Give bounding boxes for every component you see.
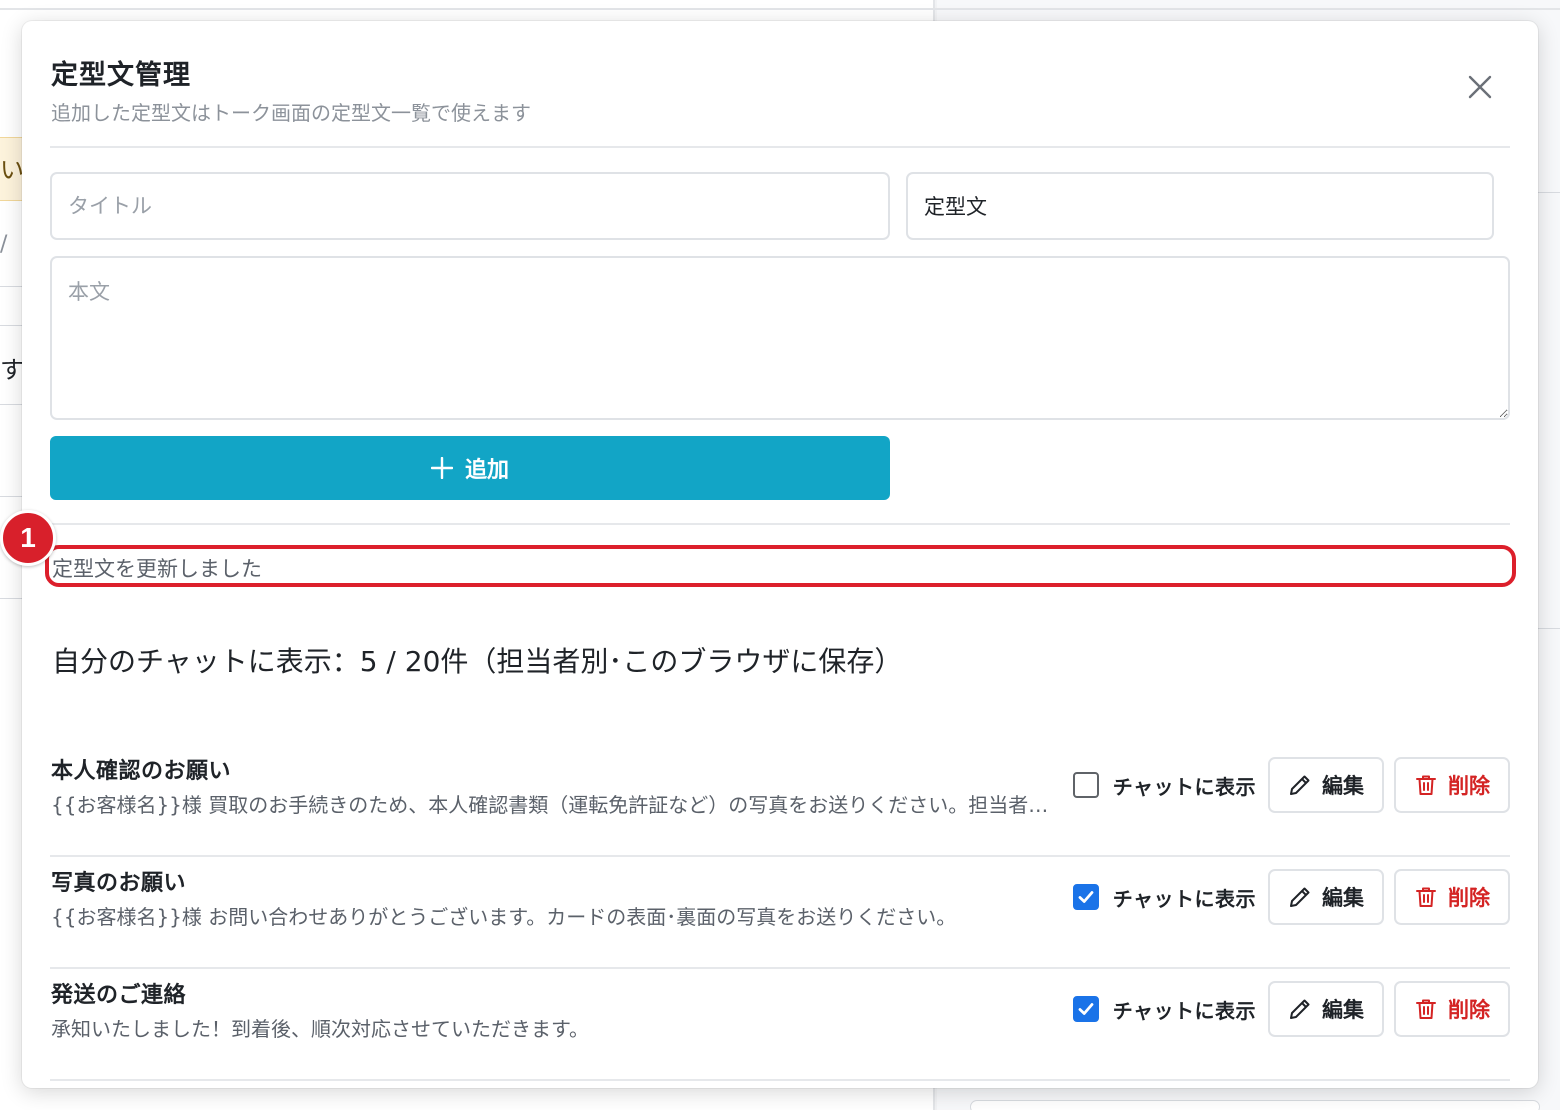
background-row-line <box>0 325 22 326</box>
background-card <box>970 1100 1540 1110</box>
list-heading: 自分のチャットに表示：5 / 20件（担当者別･このブラウザに保存） <box>52 645 903 678</box>
template-title: 発送のご連絡 <box>51 983 187 1008</box>
edit-button[interactable]: 編集 <box>1268 981 1384 1037</box>
add-button[interactable]: 追加 <box>50 436 890 500</box>
pencil-icon <box>1290 775 1310 795</box>
background-row-line <box>0 286 22 287</box>
item-actions: チャットに表示 編集 削除 <box>1072 869 1510 925</box>
background-row-line <box>1538 192 1560 193</box>
edit-button-label: 編集 <box>1322 774 1364 798</box>
plus-icon <box>430 457 453 479</box>
delete-button-label: 削除 <box>1448 886 1490 910</box>
form-divider <box>50 523 1510 525</box>
add-button-label: 追加 <box>464 458 509 483</box>
modal-title: 定型文管理 <box>51 60 191 91</box>
item-actions: チャットに表示 編集 削除 <box>1072 981 1510 1037</box>
pencil-icon <box>1290 887 1310 907</box>
list-item: 写真のお願い {{お客様名}}様 お問い合わせありがとうございます。カードの表面… <box>50 857 1510 969</box>
show-in-chat-checkbox[interactable] <box>1072 772 1099 798</box>
category-input[interactable] <box>906 172 1494 240</box>
item-actions: チャットに表示 編集 削除 <box>1072 757 1510 813</box>
background-text-fragment: す <box>0 356 22 384</box>
delete-button[interactable]: 削除 <box>1394 869 1510 925</box>
background-row-line <box>0 404 22 405</box>
template-title: 本人確認のお願い <box>51 759 232 784</box>
edit-button-label: 編集 <box>1322 886 1364 910</box>
background-row-line <box>1538 628 1560 629</box>
pencil-icon <box>1290 999 1310 1019</box>
template-list: 本人確認のお願い {{お客様名}}様 買取のお手続きのため、本人確認書類（運転免… <box>50 745 1510 1081</box>
delete-button-label: 削除 <box>1448 774 1490 798</box>
trash-icon <box>1416 999 1436 1019</box>
edit-button-label: 編集 <box>1322 998 1364 1022</box>
edit-button[interactable]: 編集 <box>1268 869 1384 925</box>
template-title: 写真のお願い <box>51 871 187 896</box>
list-item: 本人確認のお願い {{お客様名}}様 買取のお手続きのため、本人確認書類（運転免… <box>50 745 1510 857</box>
show-in-chat-label: チャットに表示 <box>1112 886 1256 911</box>
modal-subtitle: 追加した定型文はトーク画面の定型文一覧で使えます <box>51 101 531 125</box>
background-text-fragment: / <box>0 232 8 257</box>
template-manager-modal: 定型文管理 追加した定型文はトーク画面の定型文一覧で使えます 追加 定型文を更新… <box>22 21 1538 1088</box>
close-button[interactable] <box>1460 67 1500 107</box>
list-item: 発送のご連絡 承知いたしました！到着後、順次対応させていただきます。 チャットに… <box>50 969 1510 1081</box>
background-row-line <box>0 598 22 599</box>
show-in-chat-label: チャットに表示 <box>1112 998 1256 1023</box>
trash-icon <box>1416 775 1436 795</box>
show-in-chat-checkbox[interactable] <box>1072 996 1099 1022</box>
annotation-highlight-box <box>45 545 1516 587</box>
edit-button[interactable]: 編集 <box>1268 757 1384 813</box>
annotation-badge: 1 <box>0 510 56 566</box>
title-input[interactable] <box>50 172 890 240</box>
checkmark-icon <box>1078 1003 1094 1015</box>
trash-icon <box>1416 887 1436 907</box>
delete-button-label: 削除 <box>1448 998 1490 1022</box>
template-body: 承知いたしました！到着後、順次対応させていただきます。 <box>51 1017 589 1041</box>
template-body: {{お客様名}}様 お問い合わせありがとうございます。カードの表面･裏面の写真を… <box>51 905 957 929</box>
close-icon <box>1468 75 1492 99</box>
template-body: {{お客様名}}様 買取のお手続きのため、本人確認書類（運転免許証など）の写真を… <box>51 793 1061 817</box>
background-row-line <box>0 496 22 497</box>
checkmark-icon <box>1078 891 1094 903</box>
header-divider <box>50 146 1510 148</box>
show-in-chat-label: チャットに表示 <box>1112 774 1256 799</box>
body-textarea[interactable] <box>50 256 1510 420</box>
delete-button[interactable]: 削除 <box>1394 981 1510 1037</box>
delete-button[interactable]: 削除 <box>1394 757 1510 813</box>
show-in-chat-checkbox[interactable] <box>1072 884 1099 910</box>
background-divider <box>0 8 1560 10</box>
